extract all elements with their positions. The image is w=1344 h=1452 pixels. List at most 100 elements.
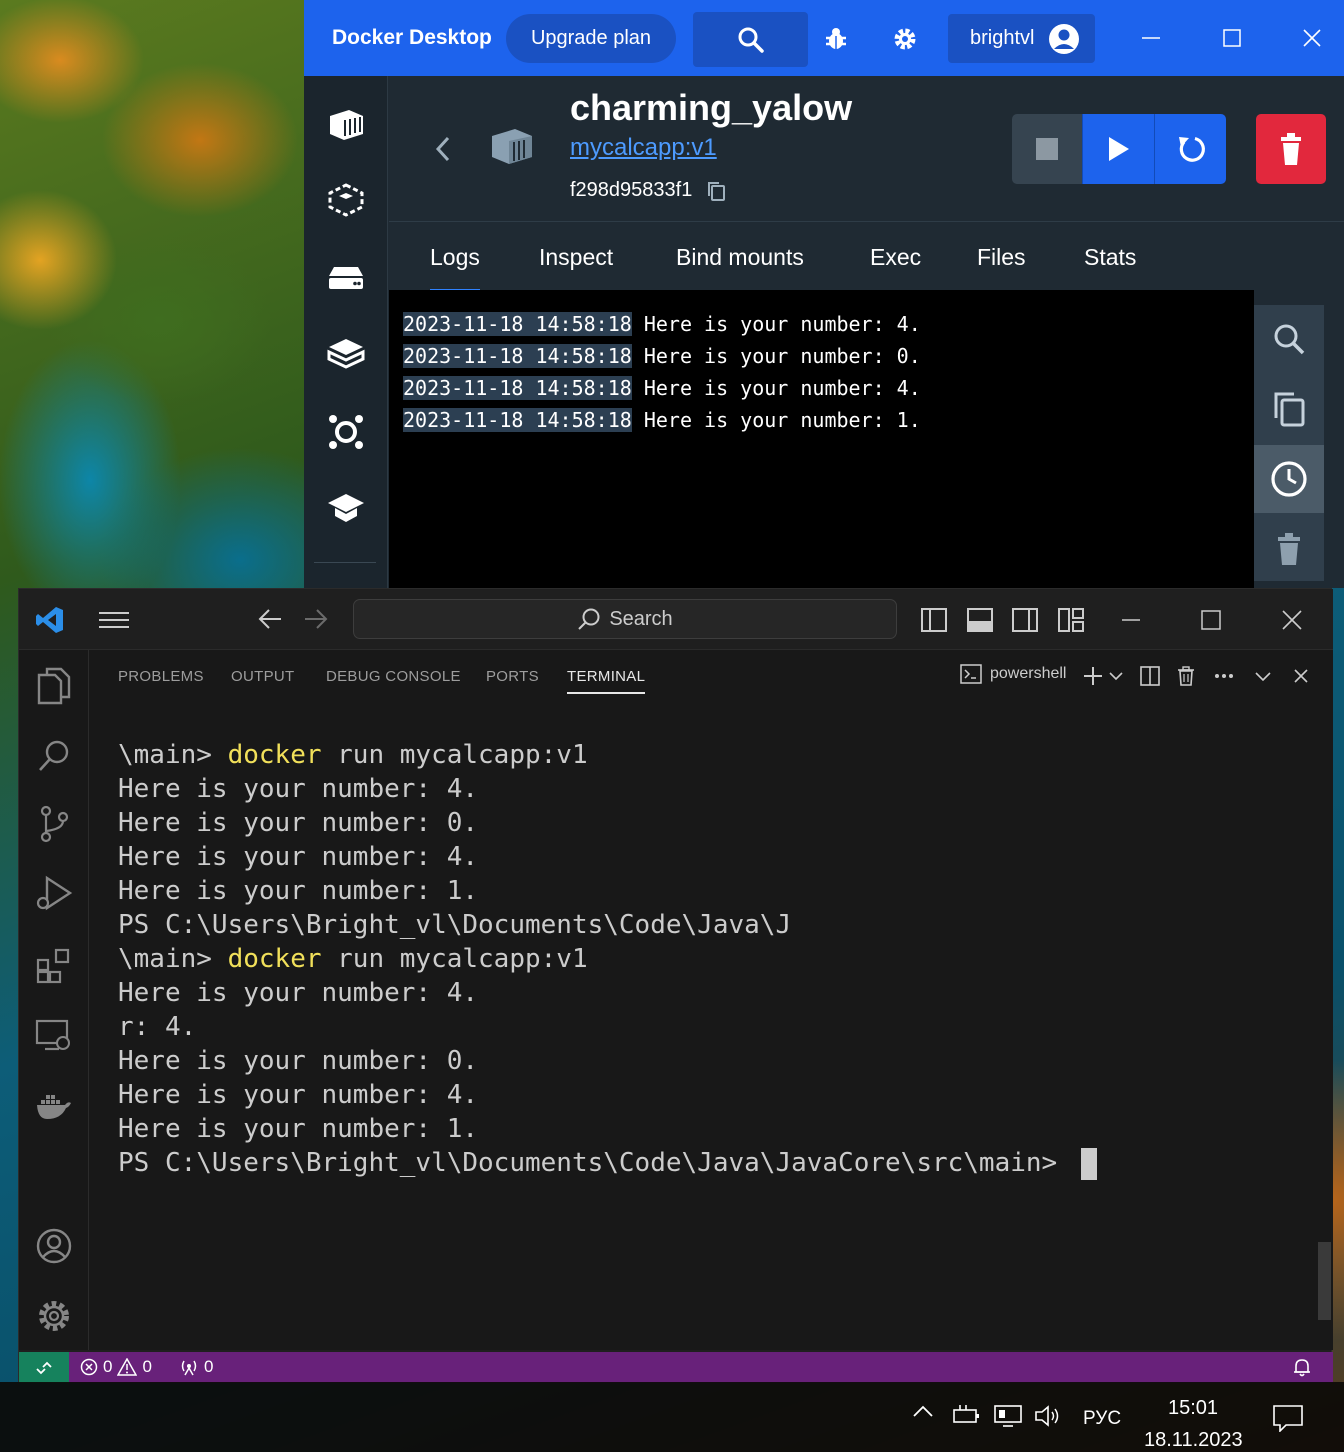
toggle-panel-icon[interactable] — [965, 606, 995, 634]
delete-container-button[interactable] — [1256, 114, 1326, 184]
logs-output[interactable]: 2023-11-18 14:58:18 Here is your number:… — [389, 290, 1254, 588]
terminal-scrollbar[interactable] — [1318, 1242, 1331, 1320]
split-terminal-icon[interactable] — [1136, 663, 1164, 689]
battery-charging-icon[interactable] — [950, 1404, 980, 1426]
tab-problems[interactable]: PROBLEMS — [118, 668, 204, 685]
tab-debug-console[interactable]: DEBUG CONSOLE — [326, 668, 461, 685]
restart-icon — [1178, 136, 1205, 162]
tab-exec[interactable]: Exec — [870, 244, 921, 271]
clock-time: 15:01 — [1167, 1397, 1219, 1419]
stop-button[interactable] — [1012, 114, 1082, 184]
tab-logs[interactable]: Logs — [430, 244, 480, 293]
close-button[interactable] — [1277, 606, 1307, 634]
notifications-bell-icon[interactable] — [1293, 1357, 1311, 1377]
clock[interactable]: 15:01 18.11.2023 — [1144, 1392, 1243, 1452]
terminal-text: Here is your number: 4. — [118, 1080, 479, 1110]
search-icon — [738, 27, 764, 53]
user-account-button[interactable]: brightvl — [948, 14, 1095, 63]
terminal-shell-selector[interactable]: powershell — [960, 664, 1066, 684]
arrow-left-icon[interactable] — [257, 607, 283, 636]
restart-button[interactable] — [1154, 114, 1226, 184]
builds-icon[interactable] — [324, 332, 368, 376]
volumes-icon[interactable] — [324, 256, 368, 300]
minimize-button[interactable] — [1133, 20, 1169, 56]
tab-bind-mounts[interactable]: Bind mounts — [676, 244, 804, 271]
maximize-button[interactable] — [1196, 606, 1226, 634]
log-timestamps-button[interactable] — [1254, 445, 1324, 513]
settings-gear-icon[interactable] — [888, 22, 922, 56]
terminal-line: Here is your number: 0. — [118, 1044, 1318, 1078]
remote-indicator[interactable] — [19, 1352, 69, 1383]
back-button[interactable] — [433, 134, 453, 169]
terminal-text: \main> — [118, 740, 228, 770]
menu-hamburger-icon[interactable] — [99, 611, 129, 634]
terminal-line: Here is your number: 0. — [118, 806, 1318, 840]
toggle-primary-sidebar-icon[interactable] — [919, 606, 949, 634]
tab-ports[interactable]: PORTS — [486, 668, 539, 685]
ports-status[interactable]: 0 — [179, 1357, 213, 1377]
close-button[interactable] — [1294, 20, 1330, 56]
extensions-icon[interactable] — [324, 410, 368, 454]
extensions-icon[interactable] — [32, 944, 76, 988]
command-center-search[interactable]: Search — [353, 599, 897, 639]
terminal-line: \main> docker run mycalcapp:v1 — [118, 738, 1318, 772]
upgrade-plan-button[interactable]: Upgrade plan — [506, 14, 676, 63]
images-icon[interactable] — [324, 178, 368, 222]
terminal-text: r: 4. — [118, 1012, 197, 1042]
tab-inspect[interactable]: Inspect — [539, 244, 613, 271]
customize-layout-icon[interactable] — [1056, 606, 1086, 634]
containers-icon[interactable] — [324, 102, 368, 146]
show-hidden-icons-chevron-up-icon[interactable] — [912, 1404, 934, 1418]
chevron-down-icon[interactable] — [1102, 663, 1130, 689]
accounts-icon[interactable] — [32, 1224, 76, 1268]
tab-stats[interactable]: Stats — [1084, 244, 1136, 271]
container-image-link[interactable]: mycalcapp:v1 — [570, 134, 717, 162]
remote-explorer-icon[interactable] — [32, 1014, 76, 1058]
minimize-button[interactable] — [1116, 606, 1146, 634]
log-line: 2023-11-18 14:58:18 Here is your number:… — [403, 372, 1254, 404]
maximize-panel-chevron-icon[interactable] — [1249, 663, 1277, 689]
network-icon[interactable] — [993, 1404, 1023, 1428]
more-actions-ellipsis-icon[interactable] — [1210, 663, 1238, 689]
docker-search-button[interactable] — [693, 12, 808, 67]
start-button[interactable] — [1082, 114, 1154, 184]
trash-icon — [1278, 533, 1300, 565]
terminal-text: Here is your number: 1. — [118, 876, 479, 906]
tab-output[interactable]: OUTPUT — [231, 668, 294, 685]
input-language[interactable]: РУС — [1083, 1408, 1121, 1430]
terminal-text: Here is your number: 4. — [118, 774, 479, 804]
source-control-icon[interactable] — [32, 802, 76, 846]
copy-icon[interactable] — [706, 180, 726, 202]
toggle-secondary-sidebar-icon[interactable] — [1010, 606, 1040, 634]
status-bar: 0 0 0 — [19, 1352, 1333, 1383]
manage-gear-icon[interactable] — [32, 1294, 76, 1338]
close-icon — [1282, 610, 1302, 630]
log-search-button[interactable] — [1254, 305, 1324, 373]
learning-icon[interactable] — [324, 486, 368, 530]
terminal-output[interactable]: \main> docker run mycalcapp:v1 Here is yo… — [118, 738, 1318, 1180]
tab-files[interactable]: Files — [977, 244, 1026, 271]
kill-terminal-trash-icon[interactable] — [1172, 663, 1200, 689]
docker-whale-icon[interactable] — [32, 1084, 76, 1128]
terminal-line: \main> docker run mycalcapp:v1 — [118, 942, 1318, 976]
troubleshoot-bug-icon[interactable] — [819, 22, 853, 56]
search-icon[interactable] — [32, 734, 76, 778]
terminal-prompt: PS C:\Users\Bright_vl\Documents\Code\Jav… — [118, 1148, 1073, 1178]
log-message: Here is your number: 4. — [631, 376, 921, 400]
run-debug-icon[interactable] — [32, 872, 76, 916]
container-id: f298d95833f1 — [570, 179, 693, 201]
problems-status[interactable]: 0 0 — [80, 1357, 152, 1377]
action-center-icon[interactable] — [1272, 1404, 1304, 1432]
container-actions — [1012, 114, 1226, 184]
volume-speaker-icon[interactable] — [1034, 1404, 1062, 1428]
close-panel-icon[interactable] — [1287, 663, 1315, 689]
shell-label: powershell — [990, 665, 1067, 682]
log-copy-button[interactable] — [1254, 375, 1324, 443]
log-clear-button[interactable] — [1254, 515, 1324, 583]
tab-terminal[interactable]: TERMINAL — [567, 668, 646, 694]
log-message: Here is your number: 1. — [631, 408, 921, 432]
user-name: brightvl — [970, 27, 1035, 49]
explorer-files-icon[interactable] — [32, 664, 76, 708]
maximize-button[interactable] — [1214, 20, 1250, 56]
arrow-right-icon[interactable] — [303, 607, 329, 636]
